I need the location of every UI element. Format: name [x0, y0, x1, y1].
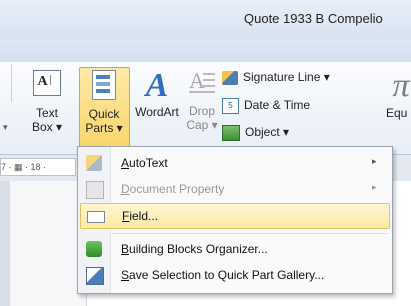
object-label: Object ▾ [245, 125, 290, 140]
menu-item-save-selection[interactable]: Save Selection to Quick Part Gallery... [80, 263, 388, 287]
group-dropdown-icon[interactable]: ▾ [3, 122, 8, 133]
signature-pen-icon [222, 70, 238, 85]
drop-cap-button[interactable]: A Drop Cap ▾ [184, 70, 220, 133]
object-icon [222, 125, 240, 141]
quick-parts-label-1: Quick [88, 107, 120, 121]
vertical-ruler [0, 181, 10, 306]
submenu-arrow-icon: ▸ [372, 156, 377, 166]
document-property-access-key: D [121, 182, 130, 196]
date-time-label: Date & Time [244, 98, 311, 113]
quick-parts-icon [92, 70, 116, 100]
menu-item-autotext[interactable]: AutoText ▸ [80, 151, 388, 175]
signature-line-label: Signature Line ▾ [243, 70, 330, 84]
building-blocks-label: Building Blocks Organizer... [121, 242, 268, 256]
menu-item-building-blocks-organizer[interactable]: Building Blocks Organizer... [80, 237, 388, 261]
calendar-icon: 5 [222, 98, 239, 114]
text-box-icon: A [33, 70, 61, 96]
window-title: Quote 1933 B Compelio [244, 11, 383, 26]
text-box-label-1: Text [35, 106, 58, 120]
building-blocks-icon [86, 241, 102, 257]
field-icon [87, 211, 105, 223]
building-blocks-label-rest: uilding Blocks Organizer... [129, 242, 268, 256]
text-box-label-2: Box ▾ [31, 120, 63, 134]
field-label-rest: ield... [129, 209, 159, 223]
quick-parts-content: Quick Parts ▾ [79, 70, 129, 135]
save-to-gallery-icon [86, 267, 104, 285]
equation-label: Equ [386, 106, 408, 120]
object-button[interactable]: Object ▾ [222, 125, 289, 141]
menu-item-field[interactable]: Field... [80, 203, 390, 229]
drop-cap-label-1: Drop [188, 104, 215, 118]
autotext-access-key: A [121, 156, 130, 170]
document-property-label-rest: ocument Property [129, 182, 225, 196]
field-label: Field... [122, 209, 158, 223]
signature-line-button[interactable]: Signature Line ▾ [222, 70, 330, 85]
date-time-button[interactable]: 5 Date & Time [222, 98, 310, 114]
save-selection-access-key: S [121, 268, 130, 282]
wordart-label: WordArt [135, 105, 179, 119]
text-box-button[interactable]: A Text Box ▾ [22, 70, 72, 134]
autotext-label: AutoText [121, 156, 168, 170]
wordart-button[interactable]: A WordArt [133, 67, 181, 120]
save-selection-label: Save Selection to Quick Part Gallery... [121, 268, 324, 282]
drop-cap-label-2: Cap ▾ [186, 118, 218, 132]
autotext-label-rest: utoText [129, 156, 168, 170]
submenu-arrow-icon: ▸ [372, 182, 377, 192]
wordart-icon: A [145, 67, 169, 104]
title-bar: Quote 1933 B Compelio [0, 0, 411, 40]
building-blocks-access-key: B [121, 242, 130, 256]
document-property-label: Document Property [121, 182, 224, 196]
ruler: 7 · ▦ · 18 · [0, 158, 76, 176]
menu-item-document-property[interactable]: Document Property ▸ [80, 177, 388, 201]
save-selection-label-rest: ave Selection to Quick Part Gallery... [129, 268, 325, 282]
quick-parts-menu: AutoText ▸ Document Property ▸ Field... … [77, 146, 393, 294]
autotext-icon [86, 155, 102, 171]
equation-button[interactable]: π Equ [386, 67, 411, 121]
drop-cap-icon: A [189, 70, 215, 96]
quick-parts-label-2: Parts ▾ [85, 121, 123, 135]
document-property-icon [86, 181, 104, 199]
menu-separator [112, 233, 388, 234]
ribbon-group-divider [11, 64, 12, 102]
pi-icon: π [392, 67, 410, 104]
ribbon-tab-strip [0, 40, 411, 63]
